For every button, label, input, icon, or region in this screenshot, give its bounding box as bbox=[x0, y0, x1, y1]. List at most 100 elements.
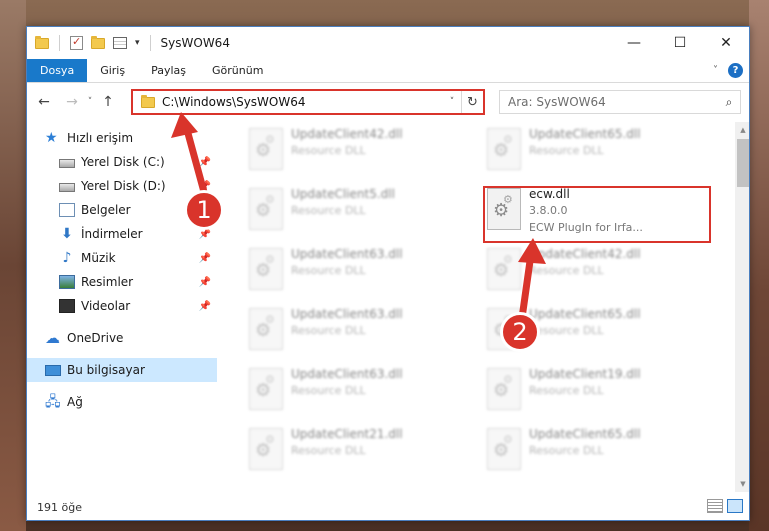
file-item[interactable]: UpdateClient21.dll Resource DLL bbox=[243, 424, 475, 476]
large-icons-view-icon[interactable] bbox=[727, 499, 743, 513]
refresh-button[interactable]: ↻ bbox=[461, 91, 483, 113]
tab-view[interactable]: Görünüm bbox=[199, 59, 276, 82]
file-item[interactable]: UpdateClient42.dll Resource DLL bbox=[243, 124, 475, 176]
file-item[interactable]: UpdateClient19.dll Resource DLL bbox=[481, 364, 713, 416]
sidebar-item-this-pc[interactable]: Bu bilgisayar bbox=[27, 358, 217, 382]
file-type: Resource DLL bbox=[291, 264, 366, 277]
file-name: UpdateClient63.dll bbox=[291, 307, 403, 321]
sidebar-item-label: Ağ bbox=[67, 395, 83, 409]
file-item[interactable]: UpdateClient42.dll Resource DLL bbox=[481, 244, 713, 296]
cloud-icon: ☁ bbox=[45, 329, 60, 347]
toolbar-separator bbox=[149, 35, 151, 51]
search-input[interactable]: Ara: SysWOW64 bbox=[500, 95, 718, 109]
videos-icon bbox=[59, 299, 75, 313]
pin-icon[interactable]: 📌 bbox=[199, 157, 211, 168]
tab-home[interactable]: Giriş bbox=[87, 59, 138, 82]
highlight-box-ecw-dll bbox=[483, 186, 711, 243]
minimize-button[interactable]: — bbox=[611, 27, 657, 59]
disk-icon bbox=[59, 159, 75, 168]
expand-ribbon-icon[interactable]: ˅ bbox=[713, 65, 718, 76]
window-title: SysWOW64 bbox=[160, 36, 230, 50]
forward-button[interactable]: → bbox=[61, 94, 83, 110]
scroll-down-icon[interactable]: ▼ bbox=[735, 476, 749, 492]
back-button[interactable]: ← bbox=[33, 94, 55, 110]
dll-file-icon bbox=[249, 308, 283, 350]
customize-toolbar-icon[interactable] bbox=[113, 37, 127, 49]
file-explorer-window: ▾ SysWOW64 — ☐ ✕ Dosya Giriş Paylaş Görü… bbox=[26, 26, 750, 521]
quick-access-toolbar: ▾ bbox=[27, 35, 153, 51]
file-name: UpdateClient65.dll bbox=[529, 307, 641, 321]
properties-check-icon[interactable] bbox=[70, 35, 83, 50]
download-icon: ⬇ bbox=[61, 226, 73, 242]
file-name: UpdateClient65.dll bbox=[529, 427, 641, 441]
details-view-icon[interactable] bbox=[707, 499, 723, 513]
tab-share[interactable]: Paylaş bbox=[138, 59, 199, 82]
file-item[interactable]: UpdateClient63.dll Resource DLL bbox=[243, 304, 475, 356]
sidebar-item-local-disk-d[interactable]: Yerel Disk (D:) 📌 bbox=[27, 174, 217, 198]
vertical-scrollbar[interactable]: ▲ ▼ bbox=[735, 122, 749, 492]
dll-file-icon bbox=[249, 248, 283, 290]
sidebar-item-label: Resimler bbox=[81, 275, 134, 289]
new-folder-icon[interactable] bbox=[91, 35, 105, 49]
scroll-thumb[interactable] bbox=[737, 139, 749, 187]
address-bar[interactable]: C:\Windows\SysWOW64 ˅ ↻ bbox=[131, 89, 485, 115]
sidebar-item-downloads[interactable]: ⬇ İndirmeler 📌 bbox=[27, 222, 217, 246]
sidebar-item-videos[interactable]: Videolar 📌 bbox=[27, 294, 217, 318]
sidebar-item-local-disk-c[interactable]: Yerel Disk (C:) 📌 bbox=[27, 150, 217, 174]
address-dropdown-button[interactable]: ˅ bbox=[443, 97, 461, 107]
tab-file[interactable]: Dosya bbox=[27, 59, 88, 82]
file-type: Resource DLL bbox=[529, 324, 604, 337]
toolbar-dropdown-icon[interactable]: ▾ bbox=[135, 38, 140, 48]
search-icon[interactable]: ⌕ bbox=[718, 95, 740, 110]
sidebar-item-pictures[interactable]: Resimler 📌 bbox=[27, 270, 217, 294]
up-button[interactable]: ↑ bbox=[97, 94, 119, 110]
pin-icon[interactable]: 📌 bbox=[199, 253, 211, 264]
file-name: UpdateClient42.dll bbox=[529, 247, 641, 261]
file-name: UpdateClient21.dll bbox=[291, 427, 403, 441]
sidebar-item-quick-access[interactable]: ★ Hızlı erişim bbox=[27, 126, 217, 150]
close-button[interactable]: ✕ bbox=[703, 27, 749, 59]
disk-icon bbox=[59, 183, 75, 192]
ribbon-tabs: Dosya Giriş Paylaş Görünüm ˅ ? bbox=[27, 59, 749, 83]
recent-locations-button[interactable]: ˅ bbox=[83, 97, 97, 107]
file-name: UpdateClient19.dll bbox=[529, 367, 641, 381]
scroll-up-icon[interactable]: ▲ bbox=[735, 122, 749, 138]
sidebar-item-onedrive[interactable]: ☁ OneDrive bbox=[27, 326, 217, 350]
sidebar-item-label: Müzik bbox=[81, 251, 116, 265]
sidebar-item-label: OneDrive bbox=[67, 331, 124, 345]
pin-icon[interactable]: 📌 bbox=[199, 277, 211, 288]
window-controls: — ☐ ✕ bbox=[611, 27, 749, 59]
maximize-button[interactable]: ☐ bbox=[657, 27, 703, 59]
help-icon[interactable]: ? bbox=[728, 63, 743, 78]
file-type: Resource DLL bbox=[291, 324, 366, 337]
file-name: UpdateClient5.dll bbox=[291, 187, 395, 201]
file-item[interactable]: UpdateClient5.dll Resource DLL bbox=[243, 184, 475, 236]
computer-icon bbox=[45, 364, 61, 376]
dll-file-icon bbox=[487, 428, 521, 470]
file-type: Resource DLL bbox=[291, 384, 366, 397]
file-item[interactable]: UpdateClient65.dll Resource DLL bbox=[481, 124, 713, 176]
sidebar-item-network[interactable]: 🖧 Ağ bbox=[27, 390, 217, 414]
sidebar-item-label: Yerel Disk (D:) bbox=[81, 179, 166, 193]
sidebar-item-music[interactable]: ♪ Müzik 📌 bbox=[27, 246, 217, 270]
sidebar-item-label: Bu bilgisayar bbox=[67, 363, 145, 377]
search-box[interactable]: Ara: SysWOW64 ⌕ bbox=[499, 90, 741, 114]
pin-icon[interactable]: 📌 bbox=[199, 301, 211, 312]
folder-icon bbox=[35, 35, 49, 49]
annotation-badge-2: 2 bbox=[500, 312, 540, 352]
address-path[interactable]: C:\Windows\SysWOW64 bbox=[162, 95, 443, 109]
dll-file-icon bbox=[249, 428, 283, 470]
file-item[interactable]: UpdateClient65.dll Resource DLL bbox=[481, 424, 713, 476]
navigation-bar: ← → ˅ ↑ C:\Windows\SysWOW64 ˅ ↻ Ara: Sys… bbox=[27, 84, 749, 120]
title-bar: ▾ SysWOW64 — ☐ ✕ bbox=[27, 27, 749, 59]
file-list: UpdateClient42.dll Resource DLL UpdateCl… bbox=[231, 122, 737, 492]
sidebar-item-label: Videolar bbox=[81, 299, 131, 313]
file-item[interactable]: UpdateClient63.dll Resource DLL bbox=[243, 364, 475, 416]
ribbon-right-controls: ˅ ? bbox=[713, 63, 743, 78]
file-item[interactable]: UpdateClient63.dll Resource DLL bbox=[243, 244, 475, 296]
file-type: Resource DLL bbox=[529, 444, 604, 457]
file-name: UpdateClient63.dll bbox=[291, 367, 403, 381]
navigation-pane: ★ Hızlı erişim Yerel Disk (C:) 📌 Yerel D… bbox=[27, 122, 219, 492]
status-bar: 191 öğe bbox=[27, 494, 749, 520]
pin-icon[interactable]: 📌 bbox=[199, 229, 211, 240]
